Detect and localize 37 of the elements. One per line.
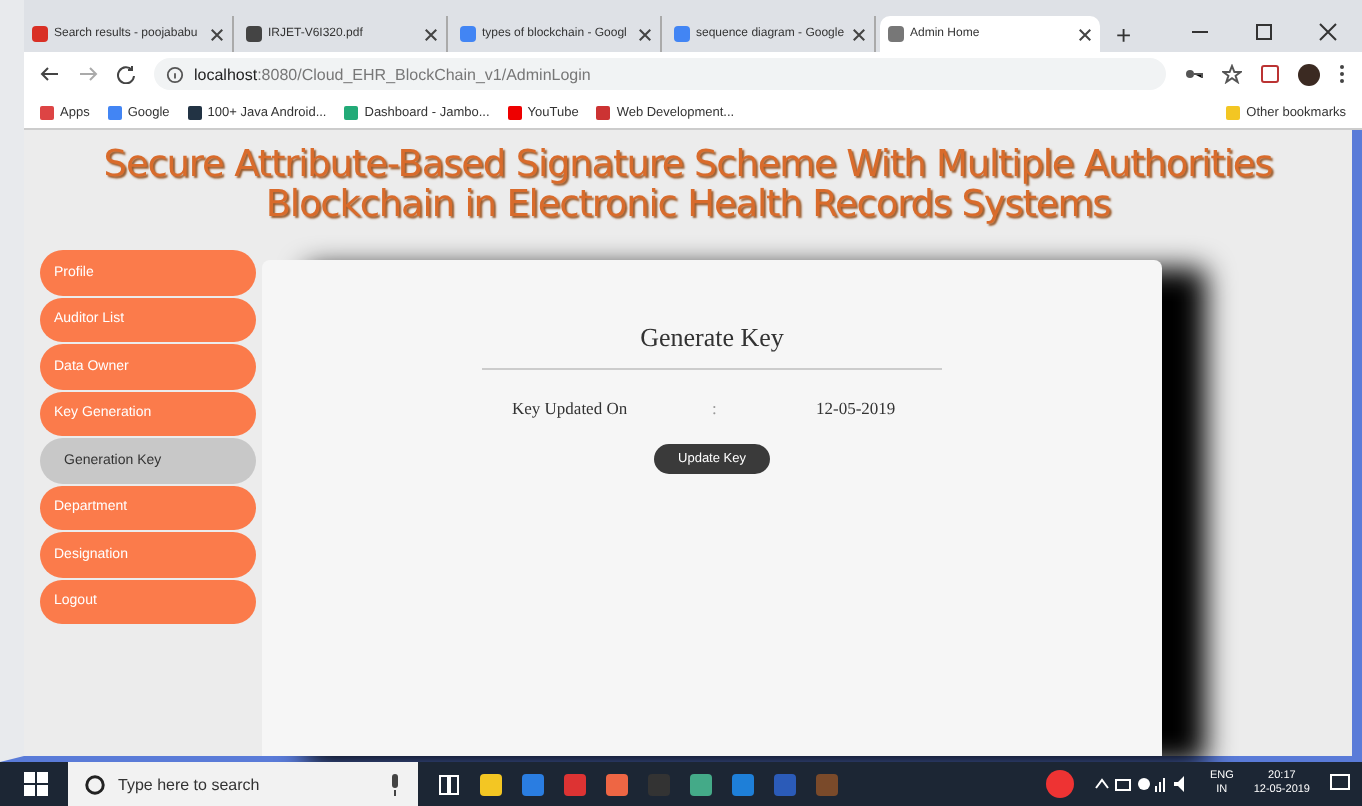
field-label: Key Updated On — [512, 398, 630, 418]
star-icon[interactable] — [1222, 64, 1242, 84]
close-icon[interactable] — [1318, 22, 1338, 42]
page-title: Secure Attribute-Based Signature Scheme With Multiple Authorities Blockchain in Electronic Health Records Systems — [101, 146, 1275, 226]
taskbar-app-icon[interactable] — [690, 773, 712, 795]
search-icon — [84, 773, 106, 795]
tab-favicon-icon — [460, 26, 476, 42]
notification-icon[interactable] — [1330, 774, 1350, 794]
task-view-icon[interactable] — [438, 773, 460, 795]
taskbar-app-icon[interactable] — [480, 773, 502, 795]
reload-icon[interactable] — [116, 64, 136, 84]
tab-favicon-icon — [674, 26, 690, 42]
avatar-icon[interactable] — [1298, 63, 1320, 85]
back-icon[interactable] — [40, 64, 60, 84]
close-icon[interactable] — [1078, 27, 1092, 41]
separator-text: : — [712, 398, 719, 418]
field-value: 12-05-2019 — [816, 398, 896, 418]
extension-icon[interactable] — [1260, 64, 1280, 84]
microphone-icon — [388, 773, 402, 795]
address-bar[interactable]: localhost:8080/Cloud_EHR_BlockChain_v1/AdminLogin — [154, 58, 1166, 90]
key-icon[interactable] — [1184, 64, 1204, 84]
close-icon[interactable] — [424, 27, 438, 41]
tab-favicon-icon — [32, 26, 48, 42]
start-icon[interactable] — [24, 772, 48, 796]
new-tab-button[interactable]: + — [1104, 20, 1144, 52]
taskbar-app-icon[interactable] — [606, 773, 628, 795]
search-field[interactable]: Type here to search — [68, 762, 418, 806]
card-heading: Generate Key — [482, 322, 942, 370]
maximize-icon[interactable] — [1254, 22, 1274, 42]
close-icon[interactable] — [638, 27, 652, 41]
menu-icon[interactable] — [1338, 64, 1346, 84]
info-icon — [166, 65, 184, 83]
tab-favicon-icon — [888, 26, 904, 42]
close-icon[interactable] — [210, 27, 224, 41]
system-tray-icon[interactable] — [1093, 774, 1190, 794]
tab-favicon-icon — [246, 26, 262, 42]
close-icon[interactable] — [852, 27, 866, 41]
